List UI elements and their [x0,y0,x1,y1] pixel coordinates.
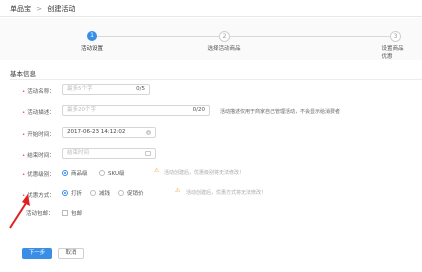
annotation-arrow-icon [9,194,30,229]
cancel-button[interactable]: 取消 [58,248,84,259]
next-button[interactable]: 下一步 [22,248,52,259]
